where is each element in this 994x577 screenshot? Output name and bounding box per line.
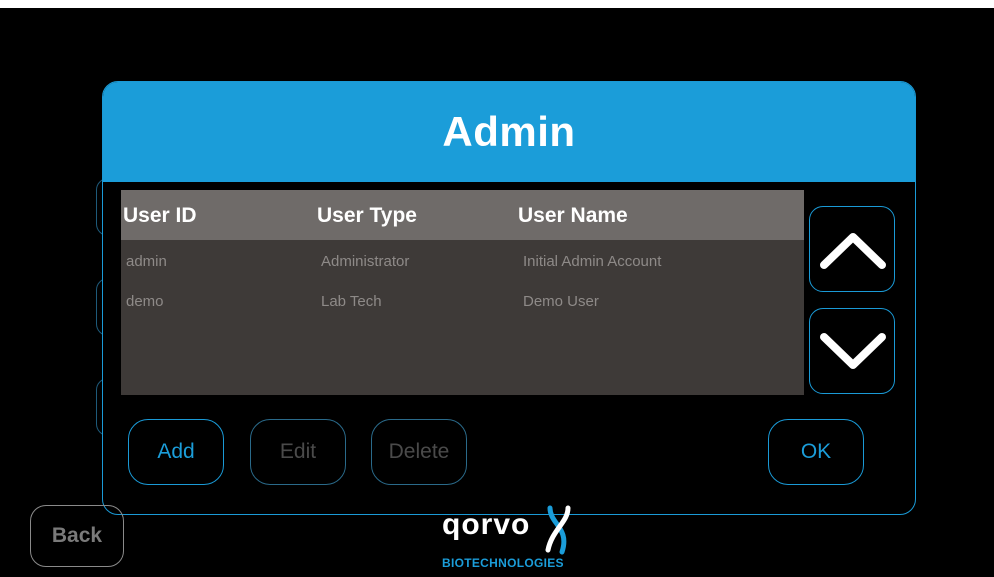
cell-user-id: admin (126, 253, 167, 270)
cell-user-type: Lab Tech (321, 293, 382, 310)
admin-dialog: Admin User ID User Type User Name admin … (102, 81, 916, 515)
chevron-down-icon (820, 333, 886, 369)
helix-logo-icon (545, 505, 571, 555)
scroll-up-button[interactable] (809, 206, 895, 292)
table-row[interactable]: demo Lab Tech Demo User (121, 280, 804, 320)
table-header: User ID User Type User Name (121, 190, 804, 240)
dialog-header: Admin (103, 82, 915, 182)
cell-user-name: Initial Admin Account (523, 253, 662, 270)
ok-button[interactable]: OK (768, 419, 864, 485)
brand-logo: qorvo BIOTECHNOLOGIES (438, 500, 578, 575)
table-row[interactable]: admin Administrator Initial Admin Accoun… (121, 240, 804, 280)
brand-subtitle: BIOTECHNOLOGIES (442, 556, 564, 570)
column-header-user-type: User Type (317, 204, 417, 227)
column-header-user-name: User Name (518, 204, 628, 227)
chevron-up-icon (820, 233, 886, 269)
back-button[interactable]: Back (30, 505, 124, 567)
edit-button[interactable]: Edit (250, 419, 346, 485)
cell-user-type: Administrator (321, 253, 410, 270)
scroll-down-button[interactable] (809, 308, 895, 394)
brand-name: qorvo (442, 508, 531, 541)
column-header-user-id: User ID (123, 204, 197, 227)
cell-user-name: Demo User (523, 293, 599, 310)
delete-button[interactable]: Delete (371, 419, 467, 485)
cell-user-id: demo (126, 293, 164, 310)
dialog-title: Admin (442, 108, 576, 155)
app-screen: Admin User ID User Type User Name admin … (0, 8, 994, 577)
add-button[interactable]: Add (128, 419, 224, 485)
users-table: User ID User Type User Name admin Admini… (121, 190, 804, 395)
